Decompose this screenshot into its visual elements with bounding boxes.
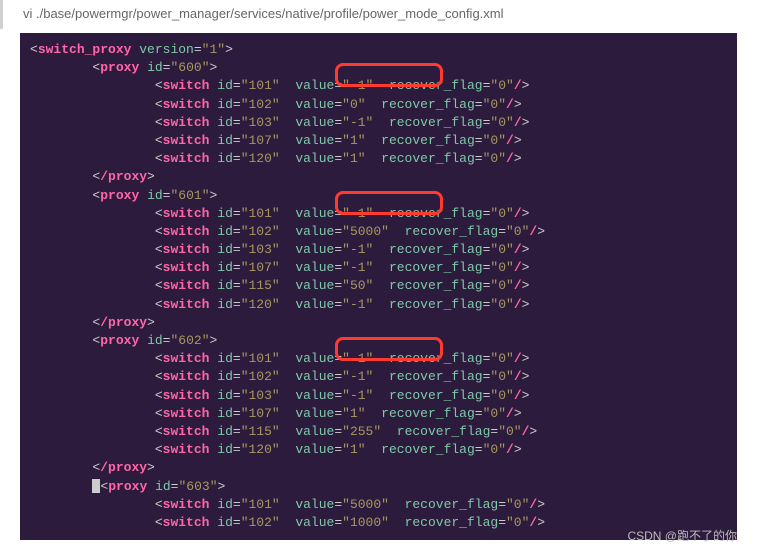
code-viewer: <switch_proxy version="1"> <proxy id="60…: [20, 33, 737, 540]
vi-command: vi ./base/powermgr/power_manager/service…: [23, 6, 504, 21]
watermark: CSDN @跑不了的你: [627, 527, 737, 544]
file-path-header: vi ./base/powermgr/power_manager/service…: [0, 0, 757, 29]
